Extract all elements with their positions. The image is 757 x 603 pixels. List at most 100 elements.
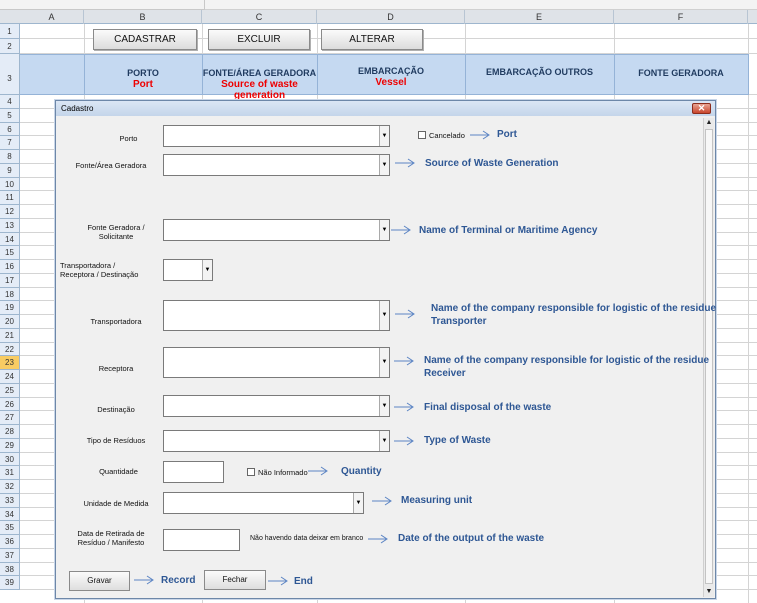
excluir-button[interactable]: EXCLUIR	[208, 29, 310, 50]
chevron-down-icon[interactable]: ▼	[379, 396, 389, 416]
annotation-record: Record	[161, 575, 196, 586]
fonte-solicitante-combo[interactable]: ▼	[163, 219, 390, 241]
chevron-down-icon[interactable]: ▼	[202, 260, 212, 280]
annotation-quantity: Quantity	[341, 466, 382, 477]
row-header[interactable]: 27	[0, 411, 20, 425]
chevron-down-icon[interactable]: ▼	[379, 220, 389, 240]
row-header[interactable]: 10	[0, 177, 20, 192]
porto-combo[interactable]: ▼	[163, 125, 390, 147]
row-header[interactable]: 8	[0, 150, 20, 164]
row-header[interactable]: 11	[0, 191, 20, 205]
arrow-right-icon	[268, 576, 288, 586]
row-header[interactable]: 32	[0, 480, 20, 494]
label-data: Data de Retirada de Resíduo / Manifesto	[66, 529, 156, 547]
header-porto-label: PORTO	[127, 68, 159, 78]
chevron-down-icon[interactable]: ▼	[379, 155, 389, 175]
unidade-combo[interactable]: ▼	[163, 492, 364, 514]
row-header[interactable]: 6	[0, 122, 20, 137]
gravar-button[interactable]: Gravar	[69, 571, 130, 591]
cadastrar-button[interactable]: CADASTRAR	[93, 29, 197, 50]
row-header[interactable]: 2	[0, 39, 20, 54]
row-header[interactable]: 21	[0, 328, 20, 343]
scroll-down-icon[interactable]: ▼	[704, 587, 714, 597]
transp-rec-dest-combo[interactable]: ▼	[163, 259, 213, 281]
header-fonte-en-1: Source of waste	[221, 79, 298, 90]
close-icon[interactable]: ✕	[692, 103, 711, 114]
arrow-right-icon	[372, 496, 392, 506]
row-header[interactable]: 38	[0, 562, 20, 577]
annotation-final: Final disposal of the waste	[424, 402, 552, 413]
row-header[interactable]: 15	[0, 246, 20, 260]
annotation-transporter-2: Transporter	[431, 316, 487, 327]
column-header-b[interactable]: B	[84, 10, 202, 24]
header-embarcacao-outros: EMBARCAÇÃO OUTROS	[486, 67, 593, 77]
row-header[interactable]: 37	[0, 548, 20, 563]
label-tipo-residuos: Tipo de Resíduos	[86, 436, 146, 445]
arrow-right-icon	[394, 436, 414, 446]
header-fonte-label: FONTE/ÁREA GERADORA	[202, 68, 317, 78]
row-header[interactable]: 24	[0, 370, 20, 384]
data-input[interactable]	[163, 529, 240, 551]
row-header[interactable]: 1	[0, 24, 20, 39]
destinacao-combo[interactable]: ▼	[163, 395, 390, 417]
annotation-date: Date of the output of the waste	[398, 533, 545, 544]
row-header[interactable]: 9	[0, 163, 20, 178]
row-header[interactable]: 13	[0, 218, 20, 233]
chevron-down-icon[interactable]: ▼	[379, 126, 389, 146]
annotation-receiver-1: Name of the company responsible for logi…	[424, 355, 710, 366]
arrow-right-icon	[395, 309, 415, 319]
row-header[interactable]: 29	[0, 438, 20, 453]
row-header[interactable]: 7	[0, 136, 20, 150]
chevron-down-icon[interactable]: ▼	[379, 301, 389, 330]
fechar-button[interactable]: Fechar	[204, 570, 266, 590]
fonte-area-combo[interactable]: ▼	[163, 154, 390, 176]
tipo-residuos-combo[interactable]: ▼	[163, 430, 390, 452]
receptora-combo[interactable]: ▼	[163, 347, 390, 378]
row-header[interactable]: 19	[0, 301, 20, 315]
chevron-down-icon[interactable]: ▼	[379, 431, 389, 451]
chevron-down-icon[interactable]: ▼	[353, 493, 363, 513]
row-header[interactable]: 23	[0, 356, 20, 370]
row-header[interactable]: 16	[0, 260, 20, 274]
column-header-e[interactable]: E	[465, 10, 614, 24]
row-header[interactable]: 34	[0, 507, 20, 522]
row-header[interactable]: 5	[0, 108, 20, 123]
row-header[interactable]: 36	[0, 535, 20, 549]
annotation-transporter: Name of the company responsible for logi…	[431, 302, 716, 328]
annotation-transporter-1: Name of the company responsible for logi…	[431, 303, 717, 314]
row-header[interactable]: 14	[0, 232, 20, 247]
row-header[interactable]: 31	[0, 466, 20, 480]
row-header[interactable]: 30	[0, 452, 20, 467]
quantidade-input[interactable]	[163, 461, 224, 483]
row-header[interactable]: 3	[0, 54, 20, 95]
header-embarcacao-en: Vessel	[375, 77, 407, 88]
column-header-f[interactable]: F	[614, 10, 748, 24]
arrow-right-icon	[470, 130, 490, 140]
label-transportadora: Transportadora	[90, 317, 142, 326]
nao-informado-checkbox[interactable]: Não Informado	[247, 468, 308, 477]
label-data-2: Resíduo / Manifesto	[77, 538, 145, 547]
row-header[interactable]: 4	[0, 95, 20, 109]
annotation-terminal: Name of Terminal or Maritime Agency	[419, 225, 598, 236]
column-header-d[interactable]: D	[317, 10, 465, 24]
row-header[interactable]: 25	[0, 383, 20, 398]
row-header[interactable]: 28	[0, 425, 20, 439]
row-header[interactable]: 12	[0, 205, 20, 219]
column-header-a[interactable]: A	[20, 10, 84, 24]
row-header[interactable]: 17	[0, 273, 20, 288]
alterar-button[interactable]: ALTERAR	[321, 29, 423, 50]
row-header[interactable]: 22	[0, 342, 20, 357]
row-header[interactable]: 35	[0, 521, 20, 535]
row-header[interactable]: 18	[0, 287, 20, 302]
transportadora-combo[interactable]: ▼	[163, 300, 390, 331]
row-header[interactable]: 39	[0, 576, 20, 590]
row-header[interactable]: 20	[0, 315, 20, 329]
scroll-up-icon[interactable]: ▲	[704, 118, 714, 128]
row-header[interactable]: 26	[0, 397, 20, 412]
chevron-down-icon[interactable]: ▼	[379, 348, 389, 377]
grid-line	[748, 24, 749, 603]
annotation-receiver: Name of the company responsible for logi…	[424, 354, 709, 380]
cancelado-checkbox[interactable]: Cancelado	[418, 131, 465, 140]
row-header[interactable]: 33	[0, 493, 20, 508]
column-header-c[interactable]: C	[202, 10, 317, 24]
